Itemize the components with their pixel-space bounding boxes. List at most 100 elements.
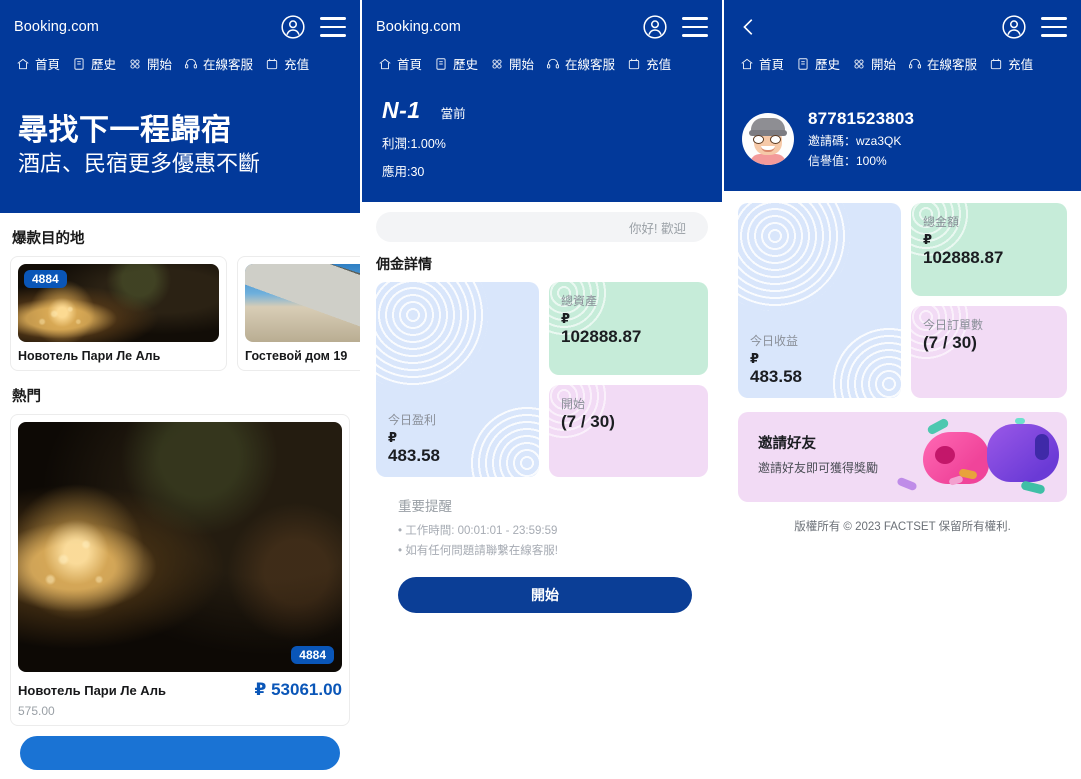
nav-item-recharge[interactable]: 充值 — [983, 52, 1039, 75]
panel1-header: Booking.com 首頁 歷史 開始 在線客服 充值 尋找下一程歸宿 酒店、… — [0, 0, 360, 213]
hamburger-menu-icon[interactable] — [320, 17, 346, 37]
nav-item-history[interactable]: 歷史 — [428, 52, 484, 75]
commission-section-title: 佣金詳情 — [376, 256, 432, 272]
profile-credit: 信譽值：100% — [808, 154, 887, 168]
header-icon-group — [280, 14, 346, 40]
nav-item-home[interactable]: 首頁 — [372, 52, 428, 75]
history-icon — [796, 57, 810, 71]
stat-card-start-progress: 開始 (7 / 30) — [549, 385, 708, 477]
wallet-icon — [989, 57, 1003, 71]
stats-grid: 今日盈利 ₽ 483.58 總資產 ₽ 102888.87 開始 (7 / 30… — [376, 282, 708, 477]
panel-profile: 首頁 歷史 開始 在線客服 充值 87781523803 邀請碼：wza3QK … — [722, 0, 1081, 779]
account-circle-icon[interactable] — [280, 14, 306, 40]
confetti-icon — [1020, 480, 1046, 495]
brand-logo[interactable]: Booking.com — [376, 19, 461, 35]
header-top-bar: Booking.com — [0, 0, 360, 46]
header-top-bar: Booking.com — [362, 0, 722, 46]
nav-item-start[interactable]: 開始 — [484, 52, 540, 75]
destinations-carousel[interactable]: 4884 Новотель Пари Ле Аль 4868 Гостевой … — [0, 255, 360, 371]
nav-item-recharge[interactable]: 充值 — [621, 52, 677, 75]
destination-thumbnail: 4868 — [245, 263, 360, 342]
ring-decoration-icon — [738, 203, 850, 311]
main-nav: 首頁 歷史 開始 在線客服 充值 — [0, 46, 360, 87]
panel2-header: Booking.com 首頁 歷史 開始 在線客服 充值 N-1 當前 利潤:1… — [362, 0, 722, 202]
header-icon-group — [1001, 14, 1067, 40]
history-icon — [434, 57, 448, 71]
nav-item-start[interactable]: 開始 — [122, 52, 178, 75]
hamburger-menu-icon[interactable] — [1041, 17, 1067, 37]
nav-label-home: 首頁 — [397, 58, 423, 72]
grid-icon — [490, 57, 504, 71]
brand-logo[interactable]: Booking.com — [14, 19, 99, 35]
nav-item-home[interactable]: 首頁 — [734, 52, 790, 75]
stat-label: 今日收益 — [750, 334, 799, 349]
account-circle-icon[interactable] — [642, 14, 668, 40]
grid-icon — [128, 57, 142, 71]
nav-item-history[interactable]: 歷史 — [66, 52, 122, 75]
nav-item-support[interactable]: 在線客服 — [902, 52, 983, 75]
avatar[interactable] — [742, 113, 794, 165]
stats-grid: 今日收益 ₽ 483.58 總金額 ₽ 102888.87 今日訂單數 (7 /… — [738, 203, 1067, 398]
wallet-icon — [265, 57, 279, 71]
nav-item-recharge[interactable]: 充值 — [259, 52, 315, 75]
panel-commission: Booking.com 首頁 歷史 開始 在線客服 充值 N-1 當前 利潤:1… — [360, 0, 722, 779]
notice-line: 工作時間: 00:01:01 - 23:59:59 — [398, 521, 692, 541]
nav-label-history: 歷史 — [91, 58, 117, 72]
stat-value: 102888.87 — [923, 248, 1004, 267]
chevron-left-icon[interactable] — [738, 15, 760, 39]
nav-item-home[interactable]: 首頁 — [10, 52, 66, 75]
nav-label-history: 歷史 — [453, 58, 479, 72]
stat-value: 102888.87 — [561, 327, 642, 346]
profile-phone: 87781523803 — [808, 109, 915, 128]
hot-list: 4884 Новотель Пари Ле Аль ₽ 53061.00 575… — [0, 413, 360, 770]
nav-label-recharge: 充值 — [646, 58, 672, 72]
nav-item-support[interactable]: 在線客服 — [178, 52, 259, 75]
nav-label-history: 歷史 — [815, 58, 841, 72]
start-button[interactable]: 開始 — [398, 577, 692, 614]
grid-icon — [852, 57, 866, 71]
copyright-footer: 版權所有 © 2023 FACTSET 保留所有權利. — [794, 521, 1011, 533]
plan-summary: N-1 當前 利潤:1.00% 應用:30 — [362, 87, 722, 202]
hero-subtitle: 酒店、民宿更多優惠不斷 — [18, 151, 261, 177]
nav-label-start: 開始 — [147, 58, 173, 72]
panel2-body: 你好! 歡迎 佣金詳情 今日盈利 ₽ 483.58 總資產 ₽ 102888.8… — [362, 202, 722, 614]
destination-card[interactable]: 4884 Новотель Пари Ле Аль — [10, 255, 227, 371]
stat-value: 483.58 — [388, 446, 440, 466]
destination-badge: 4868 — [251, 269, 294, 288]
hot-subvalue: 575.00 — [18, 703, 55, 718]
nav-item-history[interactable]: 歷史 — [790, 52, 846, 75]
stat-value: (7 / 30) — [561, 412, 615, 431]
destination-name: Гостевой дом 19 — [245, 348, 348, 363]
purple-hand-illustration-icon — [987, 424, 1059, 482]
destination-card[interactable]: 4868 Гостевой дом 19 — [237, 255, 360, 371]
notice-line: 如有任何問題請聯繫在線客服! — [398, 541, 692, 561]
hot-thumbnail: 4884 — [18, 421, 342, 672]
account-circle-icon[interactable] — [1001, 14, 1027, 40]
nav-item-start[interactable]: 開始 — [846, 52, 902, 75]
hot-cta-button[interactable] — [20, 735, 340, 770]
headset-icon — [908, 57, 922, 71]
screenshot-root: Booking.com 首頁 歷史 開始 在線客服 充值 尋找下一程歸宿 酒店、… — [0, 0, 1081, 779]
stat-label: 今日訂單數 — [923, 318, 984, 332]
hot-section-title: 熱門 — [12, 388, 41, 405]
stat-card-total-amount: 總金額 ₽ 102888.87 — [911, 203, 1067, 296]
main-nav: 首頁 歷史 開始 在線客服 充值 — [724, 46, 1081, 87]
header-icon-group — [642, 14, 708, 40]
header-top-bar — [724, 0, 1081, 46]
home-icon — [740, 57, 754, 71]
headset-icon — [184, 57, 198, 71]
hot-card[interactable]: 4884 Новотель Пари Ле Аль ₽ 53061.00 575… — [10, 413, 350, 726]
destination-badge: 4884 — [24, 269, 67, 288]
nav-label-home: 首頁 — [35, 58, 61, 72]
nav-label-start: 開始 — [871, 58, 897, 72]
nav-item-support[interactable]: 在線客服 — [540, 52, 621, 75]
stat-currency: ₽ — [750, 351, 760, 367]
invite-friends-banner[interactable]: 邀請好友 邀請好友即可獲得獎勵 — [738, 412, 1067, 502]
plan-current-label: 當前 — [440, 107, 466, 121]
hot-price: ₽ 53061.00 — [254, 679, 342, 699]
stat-label: 今日盈利 — [388, 413, 437, 428]
destination-name: Новотель Пари Ле Аль — [18, 348, 161, 363]
nav-label-home: 首頁 — [759, 58, 785, 72]
nav-label-recharge: 充值 — [284, 58, 310, 72]
hamburger-menu-icon[interactable] — [682, 17, 708, 37]
